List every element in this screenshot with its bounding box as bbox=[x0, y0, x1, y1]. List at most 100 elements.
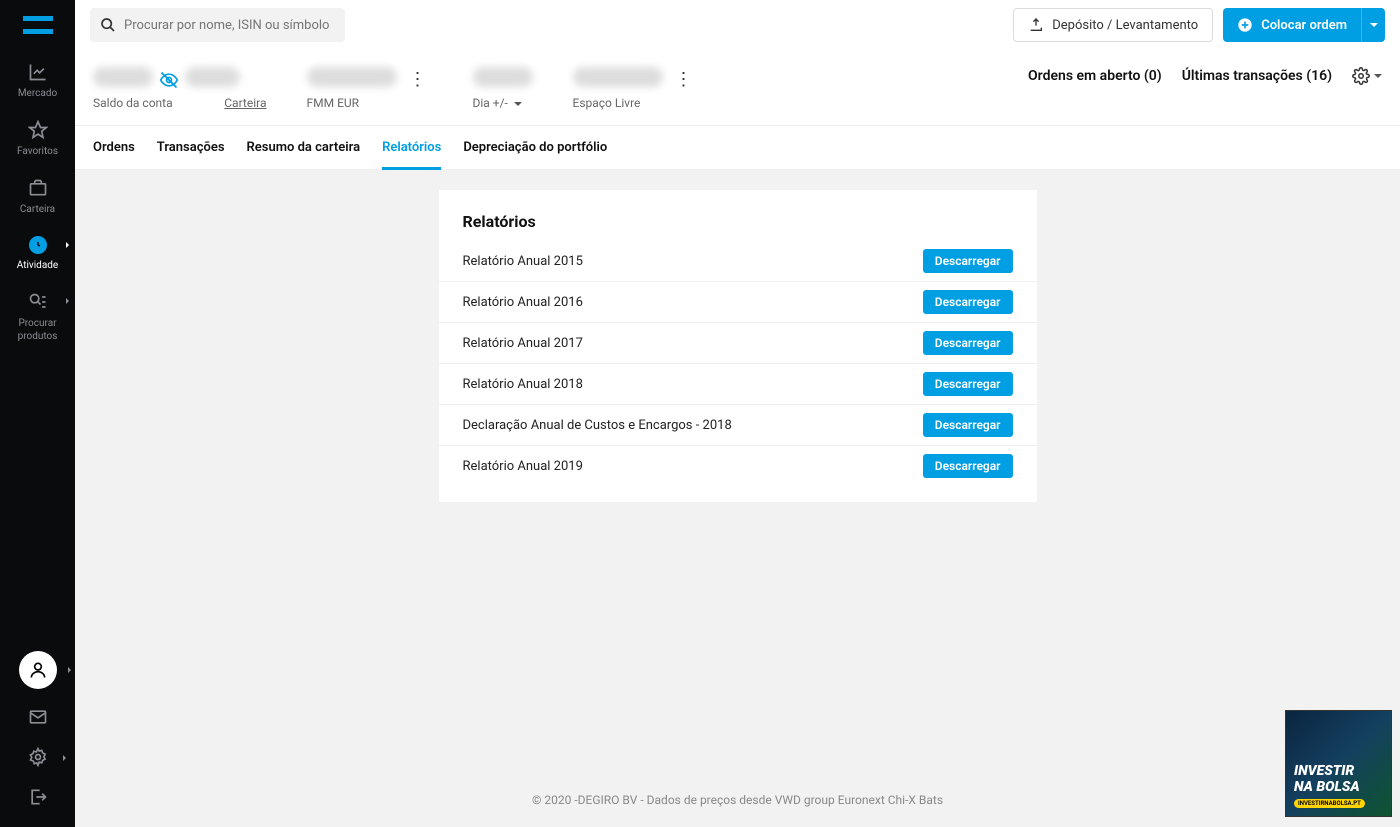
promo-widget[interactable]: INVESTIR NA BOLSA INVESTIRNABOLSA.PT bbox=[1285, 710, 1392, 817]
main-area: Depósito / Levantamento Colocar ordem bbox=[75, 0, 1400, 827]
tab-transacoes[interactable]: Transações bbox=[157, 126, 225, 170]
plus-circle-icon bbox=[1237, 17, 1253, 33]
report-name: Relatório Anual 2015 bbox=[463, 254, 583, 269]
deposit-withdraw-button[interactable]: Depósito / Levantamento bbox=[1013, 8, 1213, 42]
hamburger-logo-icon bbox=[23, 16, 53, 34]
transfer-icon bbox=[1028, 17, 1044, 33]
tab-ordens[interactable]: Ordens bbox=[93, 126, 135, 170]
sidebar: Mercado Favoritos Carteira Atividade Pro… bbox=[0, 0, 75, 827]
last-transactions-link[interactable]: Últimas transações (16) bbox=[1182, 68, 1332, 84]
chevron-down-icon bbox=[1370, 23, 1378, 27]
report-name: Relatório Anual 2016 bbox=[463, 295, 583, 310]
chevron-down-icon bbox=[514, 102, 522, 106]
report-name: Relatório Anual 2019 bbox=[463, 459, 583, 474]
deposit-label: Depósito / Levantamento bbox=[1052, 18, 1198, 33]
report-row: Relatório Anual 2016 Descarregar bbox=[439, 282, 1037, 323]
footer-link[interactable]: Chi-X bbox=[888, 793, 916, 807]
promo-text-2: NA BOLSA bbox=[1294, 780, 1383, 795]
more-vert-icon[interactable]: ⋮ bbox=[669, 69, 699, 90]
search-list-icon bbox=[28, 292, 48, 312]
download-button[interactable]: Descarregar bbox=[923, 331, 1013, 355]
sidebar-item-label: Mercado bbox=[14, 87, 61, 100]
settings-button[interactable] bbox=[28, 747, 48, 767]
free-space-label: Espaço Livre bbox=[573, 96, 641, 110]
download-button[interactable]: Descarregar bbox=[923, 290, 1013, 314]
place-order-button[interactable]: Colocar ordem bbox=[1223, 8, 1361, 42]
balance-block: Saldo da conta Carteira bbox=[93, 64, 307, 125]
footer-copyright: © 2020 -DEGIRO BV - Dados de preços desd… bbox=[532, 793, 775, 807]
settings-dropdown[interactable] bbox=[1352, 67, 1382, 85]
sidebar-item-procurar-produtos[interactable]: Procurar produtos bbox=[0, 280, 75, 351]
tab-depreciacao[interactable]: Depreciação do portfólio bbox=[463, 126, 607, 170]
day-value bbox=[473, 67, 533, 87]
report-row: Relatório Anual 2019 Descarregar bbox=[439, 446, 1037, 486]
sidebar-item-label: Procurar produtos bbox=[0, 317, 75, 343]
day-block: Dia +/- bbox=[473, 64, 573, 125]
star-icon bbox=[28, 120, 48, 140]
fmm-label: FMM EUR bbox=[307, 96, 360, 110]
search-icon bbox=[100, 17, 116, 33]
download-button[interactable]: Descarregar bbox=[923, 372, 1013, 396]
balance-value bbox=[93, 67, 153, 87]
chevron-down-icon bbox=[1374, 74, 1382, 78]
sidebar-item-label: Carteira bbox=[16, 203, 59, 216]
tab-relatorios[interactable]: Relatórios bbox=[382, 126, 441, 170]
tab-resumo-carteira[interactable]: Resumo da carteira bbox=[247, 126, 361, 170]
report-row: Declaração Anual de Custos e Encargos - … bbox=[439, 405, 1037, 446]
footer: © 2020 -DEGIRO BV - Dados de preços desd… bbox=[75, 793, 1400, 807]
eye-off-icon[interactable] bbox=[159, 70, 179, 90]
sidebar-bottom bbox=[0, 651, 75, 817]
account-info-panel: Saldo da conta Carteira ⋮ FMM EUR Dia +/… bbox=[75, 50, 1400, 126]
promo-text-1: INVESTIR bbox=[1294, 764, 1383, 779]
sidebar-item-mercado[interactable]: Mercado bbox=[0, 50, 75, 108]
subtabs: Ordens Transações Resumo da carteira Rel… bbox=[75, 126, 1400, 170]
gear-icon bbox=[1352, 67, 1370, 85]
download-button[interactable]: Descarregar bbox=[923, 454, 1013, 478]
gear-icon bbox=[28, 747, 48, 767]
footer-link[interactable]: Euronext bbox=[838, 793, 885, 807]
reports-title: Relatórios bbox=[439, 212, 1037, 241]
sidebar-item-label: Favoritos bbox=[13, 145, 62, 158]
portfolio-value bbox=[185, 67, 240, 87]
chevron-right-icon bbox=[63, 755, 66, 761]
info-right: Ordens em aberto (0) Últimas transações … bbox=[1028, 64, 1382, 85]
free-space-block: ⋮ Espaço Livre bbox=[573, 64, 739, 125]
more-vert-icon[interactable]: ⋮ bbox=[403, 69, 433, 90]
portfolio-label[interactable]: Carteira bbox=[224, 96, 266, 110]
content-area: Relatórios Relatório Anual 2015 Descarre… bbox=[75, 170, 1400, 502]
report-row: Relatório Anual 2017 Descarregar bbox=[439, 323, 1037, 364]
mail-button[interactable] bbox=[28, 707, 48, 727]
footer-link[interactable]: VWD group bbox=[775, 793, 835, 807]
sidebar-item-favoritos[interactable]: Favoritos bbox=[0, 108, 75, 166]
chevron-right-icon bbox=[66, 298, 69, 304]
search-input[interactable] bbox=[124, 18, 335, 33]
chevron-right-icon bbox=[66, 242, 69, 248]
app-logo[interactable] bbox=[0, 0, 75, 50]
fmm-block: ⋮ FMM EUR bbox=[307, 64, 473, 125]
clock-icon bbox=[29, 236, 47, 254]
report-name: Relatório Anual 2017 bbox=[463, 336, 583, 351]
chart-line-icon bbox=[28, 62, 48, 82]
day-label[interactable]: Dia +/- bbox=[473, 96, 522, 110]
user-icon bbox=[28, 660, 48, 680]
profile-button[interactable] bbox=[19, 651, 57, 689]
open-orders-link[interactable]: Ordens em aberto (0) bbox=[1028, 68, 1162, 84]
place-order-label: Colocar ordem bbox=[1261, 18, 1347, 33]
search-container[interactable] bbox=[90, 8, 345, 42]
free-space-value bbox=[573, 67, 663, 87]
report-row: Relatório Anual 2018 Descarregar bbox=[439, 364, 1037, 405]
logout-icon bbox=[28, 787, 48, 807]
download-button[interactable]: Descarregar bbox=[923, 413, 1013, 437]
place-order-group: Colocar ordem bbox=[1223, 8, 1385, 42]
report-name: Declaração Anual de Custos e Encargos - … bbox=[463, 418, 732, 433]
sidebar-item-atividade[interactable]: Atividade bbox=[0, 224, 75, 280]
download-button[interactable]: Descarregar bbox=[923, 249, 1013, 273]
place-order-dropdown[interactable] bbox=[1361, 8, 1385, 42]
logout-button[interactable] bbox=[28, 787, 48, 807]
sidebar-item-carteira[interactable]: Carteira bbox=[0, 166, 75, 224]
reports-card: Relatórios Relatório Anual 2015 Descarre… bbox=[439, 190, 1037, 502]
footer-link[interactable]: Bats bbox=[919, 793, 943, 807]
mail-icon bbox=[28, 707, 48, 727]
topbar: Depósito / Levantamento Colocar ordem bbox=[75, 0, 1400, 50]
promo-tag: INVESTIRNABOLSA.PT bbox=[1294, 799, 1365, 808]
